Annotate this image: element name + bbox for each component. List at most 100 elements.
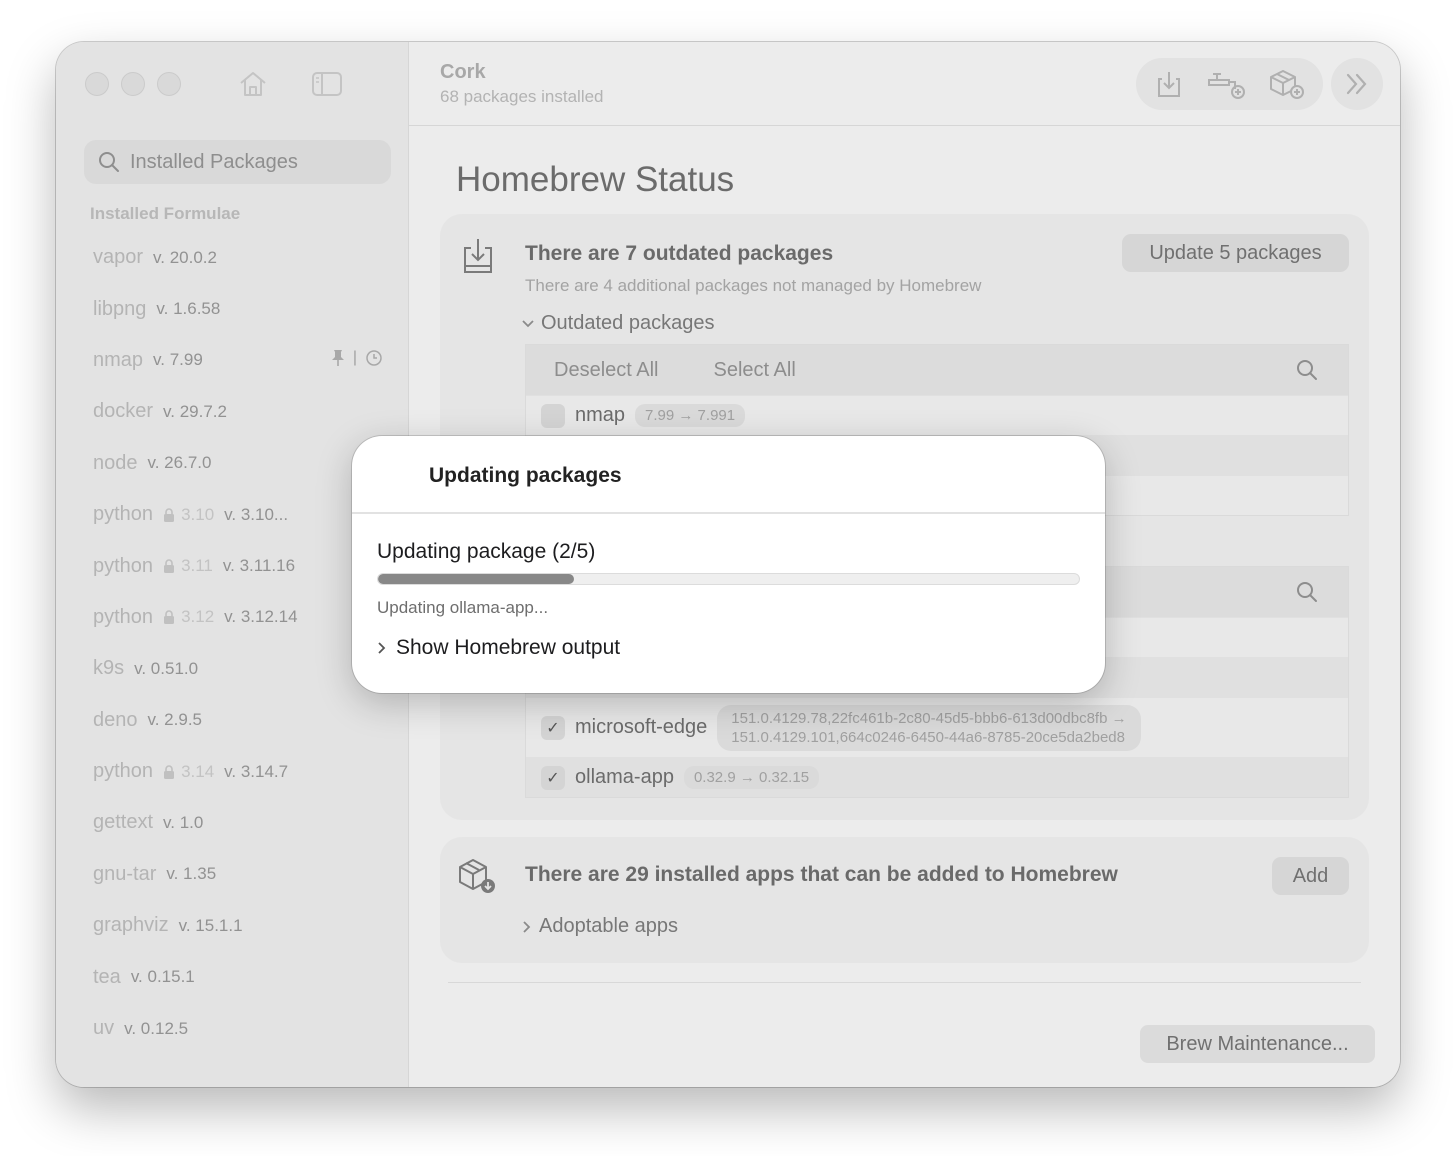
list-item[interactable]: gnu-tar v. 1.35	[93, 849, 383, 900]
list-item[interactable]: deno v. 2.9.5	[93, 695, 383, 746]
package-name: nmap	[575, 404, 626, 426]
list-item[interactable]: python 3.10 v. 3.10... |	[93, 489, 383, 540]
list-item[interactable]: gettext v. 1.0	[93, 797, 383, 848]
add-apps-button[interactable]: Add	[1272, 857, 1349, 895]
select-all-button[interactable]: Select All	[714, 359, 796, 382]
zoom-window-button[interactable]	[157, 72, 181, 96]
package-version: v. 0.15.1	[130, 967, 195, 987]
package-name: libpng	[93, 297, 147, 320]
list-item[interactable]: tea v. 0.15.1	[93, 951, 383, 1002]
package-name: graphviz	[93, 914, 169, 937]
update-download-icon[interactable]	[1152, 67, 1186, 101]
package-version: v. 29.7.2	[163, 401, 227, 421]
list-item[interactable]: python 3.12 v. 3.12.14	[93, 592, 383, 643]
sidebar-toggle-icon[interactable]	[310, 68, 344, 100]
add-tap-icon[interactable]	[1205, 67, 1247, 101]
show-output-toggle[interactable]: Show Homebrew output	[376, 636, 620, 660]
package-version: v. 3.12.14	[224, 607, 298, 627]
package-checkbox[interactable]: ✓	[541, 715, 565, 740]
deselect-all-button[interactable]: Deselect All	[554, 359, 659, 382]
table-row[interactable]: ✓ microsoft-edge 151.0.4129.78,22fc461b-…	[526, 697, 1348, 757]
search-icon	[99, 152, 119, 172]
brew-maintenance-button[interactable]: Brew Maintenance...	[1140, 1025, 1375, 1063]
package-version: v. 2.9.5	[147, 710, 203, 730]
package-name: python	[93, 554, 154, 577]
package-name: uv	[93, 1017, 115, 1040]
package-version: v. 0.51.0	[134, 658, 199, 678]
status-separator: |	[352, 348, 357, 366]
lock-icon	[164, 507, 175, 522]
package-tag: 3.10	[163, 505, 214, 525]
window-controls	[85, 72, 181, 96]
version-change-pill: 0.32.9 → 0.32.15	[683, 766, 820, 789]
package-list: vapor v. 20.0.2 libpng v. 1.6.58 nmap v.…	[93, 232, 383, 1054]
package-version: v. 3.10...	[224, 504, 289, 524]
update-packages-button[interactable]: Update 5 packages	[1122, 234, 1349, 272]
adoptable-apps-disclosure[interactable]: Adoptable apps	[521, 915, 678, 938]
package-name: node	[93, 451, 138, 474]
minimize-window-button[interactable]	[121, 72, 145, 96]
home-icon[interactable]	[236, 68, 270, 100]
version-change-pill: 151.0.4129.78,22fc461b-2c80-45d5-bbb6-61…	[717, 704, 1141, 751]
package-checkbox[interactable]: ✓	[541, 765, 565, 790]
package-status-icons: |	[331, 349, 383, 367]
package-name: docker	[93, 400, 154, 423]
package-name: gnu-tar	[93, 862, 157, 885]
disclosure-label: Outdated packages	[541, 312, 715, 334]
package-version: v. 0.12.5	[124, 1018, 189, 1038]
progress-fill	[378, 574, 575, 584]
outdated-subtitle: There are 4 additional packages not mana…	[525, 276, 982, 295]
package-name: ollama-app	[575, 766, 674, 788]
package-version: v. 20.0.2	[153, 247, 217, 267]
package-adopt-icon	[459, 859, 495, 893]
table-header: Deselect All Select All	[526, 345, 1348, 395]
toolbar-overflow-button[interactable]	[1331, 58, 1383, 110]
divider	[448, 982, 1361, 983]
lock-icon	[164, 559, 175, 574]
version-from: 151.0.4129.78,22fc461b-2c80-45d5-bbb6-61…	[731, 709, 1127, 727]
package-tag: 3.12	[163, 607, 214, 627]
list-item[interactable]: uv v. 0.12.5	[93, 1003, 383, 1054]
list-item[interactable]: docker v. 29.7.2	[93, 386, 383, 437]
lock-icon	[164, 764, 175, 779]
package-version: v. 1.0	[163, 812, 204, 832]
package-version: v. 7.99	[153, 350, 203, 370]
package-search-field[interactable]: Installed Packages	[84, 140, 391, 184]
list-item[interactable]: k9s v. 0.51.0	[93, 643, 383, 694]
outdated-packages-disclosure[interactable]: Outdated packages	[521, 312, 714, 335]
package-tag: 3.11	[163, 556, 213, 576]
outdated-download-icon	[464, 239, 492, 273]
dialog-status: Updating package (2/5)	[377, 540, 596, 563]
package-tag-text: 3.10	[181, 504, 215, 524]
package-checkbox[interactable]	[541, 403, 565, 428]
list-item[interactable]: node v. 26.7.0	[93, 438, 383, 489]
adoptable-title: There are 29 installed apps that can be …	[525, 863, 1118, 886]
app-title: Cork	[440, 61, 486, 83]
package-tag: 3.14	[163, 762, 214, 782]
table-row[interactable]: ✓ ollama-app 0.32.9 → 0.32.15	[526, 757, 1348, 797]
toolbar: Cork 68 packages installed	[409, 42, 1400, 126]
close-window-button[interactable]	[85, 72, 109, 96]
package-name: gettext	[93, 811, 154, 834]
chevron-right-icon	[378, 642, 386, 654]
list-item[interactable]: python 3.14 v. 3.14.7	[93, 746, 383, 797]
list-item[interactable]: nmap v. 7.99 |	[93, 335, 383, 386]
package-name: python	[93, 760, 154, 783]
package-name: deno	[93, 708, 138, 731]
list-item[interactable]: vapor v. 20.0.2	[93, 232, 383, 283]
search-icon[interactable]	[1296, 359, 1318, 381]
update-progress-bar	[377, 573, 1080, 585]
add-package-icon[interactable]	[1267, 67, 1307, 101]
section-title-formulae: Installed Formulae	[90, 204, 241, 223]
list-item[interactable]: python 3.11 v. 3.11.16	[93, 540, 383, 591]
list-item[interactable]: graphviz v. 15.1.1	[93, 900, 383, 951]
table-row[interactable]: nmap 7.99 → 7.991	[526, 395, 1348, 435]
package-version: v. 3.14.7	[224, 761, 289, 781]
search-icon[interactable]	[1296, 581, 1318, 603]
list-item[interactable]: libpng v. 1.6.58	[93, 283, 383, 334]
chevron-double-right-icon	[1346, 73, 1367, 95]
package-version: v. 1.6.58	[156, 299, 221, 319]
chevron-right-icon	[523, 920, 531, 933]
package-version: v. 26.7.0	[147, 453, 212, 473]
package-name: python	[93, 605, 154, 628]
